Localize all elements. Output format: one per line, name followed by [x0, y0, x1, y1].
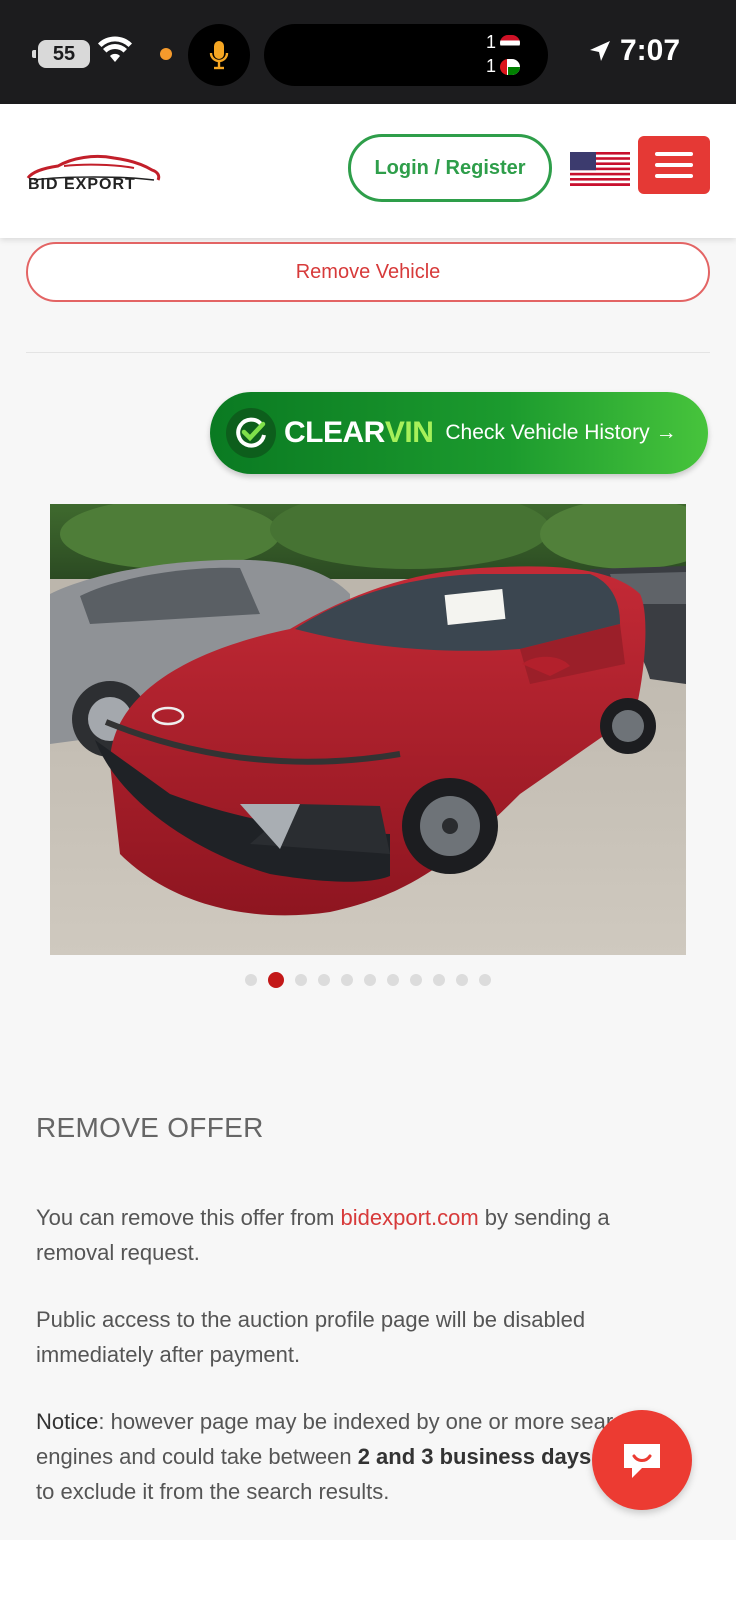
clearvin-brand-vin: VIN	[384, 416, 434, 449]
arrow-right-icon: →	[655, 421, 677, 444]
battery-icon: 55	[32, 40, 90, 68]
site-header: BID EXPORT Login / Register	[0, 104, 736, 238]
gallery-dot[interactable]	[410, 974, 422, 986]
checkmark-icon	[226, 408, 276, 458]
flag-icon-1	[500, 34, 520, 51]
bottom-bar	[0, 1540, 736, 1600]
flag-icon-2	[500, 58, 520, 75]
island-count-2: 1	[485, 56, 496, 76]
remove-offer-paragraph-2: Public access to the auction profile pag…	[36, 1307, 586, 1367]
hamburger-line	[655, 163, 693, 167]
clearvin-check-history-button[interactable]: CLEAR VIN Check Vehicle History →	[210, 392, 708, 474]
remove-offer-paragraph-1: You can remove this offer from bidexport…	[36, 1200, 676, 1270]
login-register-button[interactable]: Login / Register	[348, 134, 552, 202]
hamburger-line	[655, 152, 693, 156]
time-text: 7:07	[619, 34, 680, 67]
gallery-dot[interactable]	[295, 974, 307, 986]
status-time: 7:07	[588, 34, 680, 68]
gallery-dot[interactable]	[479, 974, 491, 986]
notice-paragraph: Notice: however page may be indexed by o…	[36, 1404, 676, 1509]
mic-indicator	[188, 24, 250, 86]
wifi-icon	[98, 36, 132, 62]
us-flag-icon[interactable]	[570, 152, 630, 186]
notice-bold-duration: 2 and 3 business days	[357, 1444, 592, 1469]
gallery-dot[interactable]	[245, 974, 257, 986]
vehicle-photo[interactable]	[50, 504, 686, 955]
remove-offer-title: REMOVE OFFER	[36, 1112, 264, 1143]
battery-level: 55	[52, 42, 76, 65]
island-row-1: 1	[486, 32, 520, 53]
gallery-dot[interactable]	[433, 974, 445, 986]
privacy-indicator-dot	[160, 48, 172, 60]
hamburger-line	[655, 174, 693, 178]
gallery-dot[interactable]	[268, 972, 284, 988]
dynamic-island: 1 1	[264, 24, 548, 86]
remove-vehicle-button[interactable]: Remove Vehicle	[26, 242, 710, 302]
status-bar: 55 1 1 7:07	[0, 0, 736, 104]
location-arrow-icon	[589, 41, 610, 61]
gallery-dot[interactable]	[456, 974, 468, 986]
clearvin-brand-clear: CLEAR	[284, 416, 385, 449]
logo[interactable]: BID EXPORT	[24, 154, 164, 198]
p1-text-before: You can remove this offer from	[36, 1205, 341, 1230]
island-row-2: 1	[486, 56, 520, 77]
gallery-dot[interactable]	[341, 974, 353, 986]
hamburger-menu-button[interactable]	[638, 136, 710, 194]
mic-icon	[209, 41, 229, 70]
island-count-1: 1	[485, 32, 496, 52]
clearvin-cta-text: Check Vehicle History	[445, 421, 650, 444]
gallery-dot[interactable]	[318, 974, 330, 986]
bidexport-link[interactable]: bidexport.com	[341, 1205, 479, 1230]
logo-text: BID EXPORT	[28, 176, 136, 193]
notice-label: Notice	[36, 1409, 99, 1434]
gallery-dot[interactable]	[387, 974, 399, 986]
divider	[26, 352, 710, 353]
chat-button[interactable]	[592, 1410, 692, 1510]
gallery-pagination	[0, 972, 736, 988]
chat-icon	[624, 1444, 660, 1478]
gallery-dot[interactable]	[364, 974, 376, 986]
